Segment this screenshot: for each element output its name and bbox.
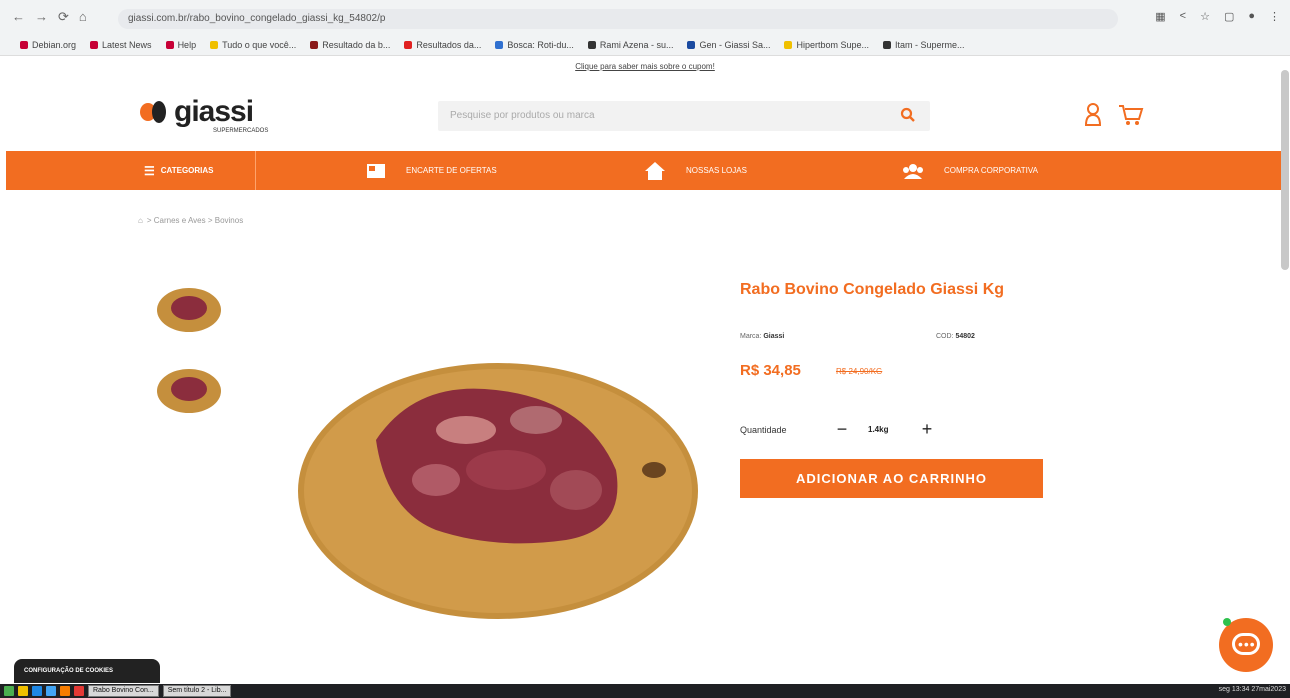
files-icon[interactable] <box>18 686 28 696</box>
bookmark-item[interactable]: Gen - Giassi Sa... <box>687 40 770 50</box>
cookie-settings-tab[interactable]: CONFIGURAÇÃO DE COOKIES <box>14 659 160 683</box>
logo-text: giassi <box>174 95 254 128</box>
bookmark-item[interactable]: Latest News <box>90 40 152 50</box>
bookmark-favicon-icon <box>495 40 504 49</box>
bookmark-item[interactable]: Help <box>165 40 196 50</box>
taskbar-window-browser[interactable]: Rabo Bovino Con... <box>88 685 159 697</box>
quantity-value: 1.4kg <box>868 425 889 434</box>
flyer-icon <box>367 163 385 178</box>
user-icon[interactable] <box>1083 101 1103 127</box>
bookmark-item[interactable]: Resultados da... <box>404 40 481 50</box>
back-icon[interactable]: ← <box>12 9 25 25</box>
share-icon[interactable]: < <box>1180 10 1186 23</box>
product-sku: COD: 54802 <box>936 333 975 340</box>
bookmark-item[interactable]: Debian.org <box>20 40 76 50</box>
product-thumbnail-2[interactable] <box>157 369 221 413</box>
giassi-logo[interactable]: giassi SUPERMERCADOS <box>140 95 268 134</box>
extensions-icon[interactable]: ▦ <box>1155 10 1165 23</box>
breadcrumb: ⌂ > Carnes e Aves > Bovinos <box>138 216 243 225</box>
online-badge <box>1223 618 1231 626</box>
product-title: Rabo Bovino Congelado Giassi Kg <box>740 281 1005 298</box>
reload-icon[interactable]: ⟳ <box>58 9 69 25</box>
browser-toolbar: ← → ⟳ ⌂ giassi.com.br/rabo_bovino_congel… <box>0 0 1290 34</box>
bookmark-item[interactable]: Rami Azena - su... <box>587 40 673 50</box>
house-icon <box>645 161 665 180</box>
os-taskbar: Rabo Bovino Con... Sem título 2 - Lib...… <box>0 684 1290 698</box>
bookmark-item[interactable]: Itam - Superme... <box>883 40 965 50</box>
nav-item-label: COMPRA CORPORATIVA <box>944 166 1038 175</box>
product-price-per-kg: R$ 24,90/KG <box>836 367 883 376</box>
home-icon[interactable]: ⌂ <box>138 216 143 225</box>
bookmark-item[interactable]: Bosca: Roti-du... <box>495 40 574 50</box>
brand-value[interactable]: Giassi <box>763 333 784 340</box>
page-scrollbar[interactable] <box>1281 70 1289 270</box>
taskbar-clock: seg 13:34 27mai2023 <box>1218 686 1286 693</box>
search-input[interactable]: Pesquise por produtos ou marca <box>438 101 930 131</box>
nav-item-stores[interactable]: NOSSAS LOJAS <box>644 151 747 190</box>
browser-actions: ▦ < ☆ ▢ ● ⋮ <box>1155 10 1280 23</box>
add-to-cart-button[interactable]: ADICIONAR AO CARRINHO <box>740 459 1043 498</box>
search-icon[interactable] <box>900 107 916 123</box>
bookmark-item[interactable]: Hipertbom Supe... <box>784 40 869 50</box>
product-thumbnail-1[interactable] <box>157 288 221 332</box>
bookmark-favicon-icon <box>20 40 28 49</box>
breadcrumb-path[interactable]: > Carnes e Aves > Bovinos <box>147 216 243 225</box>
browser-nav: ← → ⟳ ⌂ <box>0 9 87 25</box>
main-nav: ☰ CATEGORIAS ENCARTE DE OFERTAS NOSSAS L… <box>6 151 1281 190</box>
product-brand: Marca: Giassi <box>740 333 785 340</box>
promo-link[interactable]: Clique para saber mais sobre o cupom! <box>0 62 1290 71</box>
group-icon <box>903 163 923 179</box>
logo-subtitle: SUPERMERCADOS <box>213 128 269 134</box>
bookmark-favicon-icon <box>883 40 892 49</box>
bookmark-favicon-icon <box>165 40 174 49</box>
categories-menu[interactable]: ☰ CATEGORIAS <box>6 151 256 190</box>
quantity-decrease-button[interactable]: − <box>832 418 852 440</box>
bookmark-favicon-icon <box>784 40 793 49</box>
product-image <box>298 363 698 619</box>
browser-launch-icon[interactable] <box>46 686 56 696</box>
forward-icon[interactable]: → <box>35 9 48 25</box>
nav-item-label: ENCARTE DE OFERTAS <box>406 166 497 175</box>
address-bar[interactable]: giassi.com.br/rabo_bovino_congelado_gias… <box>118 9 1118 29</box>
nav-item-offers[interactable]: ENCARTE DE OFERTAS <box>366 151 497 190</box>
search-placeholder: Pesquise por produtos ou marca <box>450 110 595 121</box>
start-menu-icon[interactable] <box>4 686 14 696</box>
hamburger-icon: ☰ <box>144 163 155 178</box>
bookmark-favicon-icon <box>310 40 319 49</box>
product-price: R$ 34,85 <box>740 362 801 379</box>
bookmark-favicon-icon <box>90 40 99 49</box>
bookmark-item[interactable]: Resultado da b... <box>310 40 390 50</box>
taskbar-window-writer[interactable]: Sem título 2 - Lib... <box>162 685 232 697</box>
categories-label: CATEGORIAS <box>160 166 214 175</box>
star-icon[interactable]: ☆ <box>1200 10 1210 23</box>
bookmark-favicon-icon <box>404 40 413 49</box>
profile-icon[interactable]: ● <box>1248 10 1255 23</box>
app-icon[interactable] <box>60 686 70 696</box>
nav-item-corporate[interactable]: COMPRA CORPORATIVA <box>902 151 1038 190</box>
cart-icon[interactable] <box>1118 103 1144 127</box>
terminal-icon[interactable] <box>74 686 84 696</box>
nav-item-label: NOSSAS LOJAS <box>686 166 747 175</box>
quantity-increase-button[interactable]: + <box>917 418 937 440</box>
window-icon[interactable]: ▢ <box>1224 10 1234 23</box>
bookmark-item[interactable]: Tudo o que você... <box>210 40 296 50</box>
sku-value: 54802 <box>955 333 975 340</box>
desktop-icon[interactable] <box>32 686 42 696</box>
chat-button[interactable]: ••• <box>1219 618 1273 672</box>
site-header: giassi SUPERMERCADOS Pesquise por produt… <box>0 85 1290 145</box>
quantity-label: Quantidade <box>740 425 787 435</box>
bookmark-favicon-icon <box>687 40 696 49</box>
bookmark-favicon-icon <box>587 40 596 49</box>
logo-mark-icon <box>140 97 170 127</box>
bookmarks-bar: Debian.org Latest News Help Tudo o que você… <box>0 34 1290 56</box>
bookmark-favicon-icon <box>210 40 219 49</box>
menu-icon[interactable]: ⋮ <box>1269 10 1280 23</box>
home-icon[interactable]: ⌂ <box>79 9 87 25</box>
